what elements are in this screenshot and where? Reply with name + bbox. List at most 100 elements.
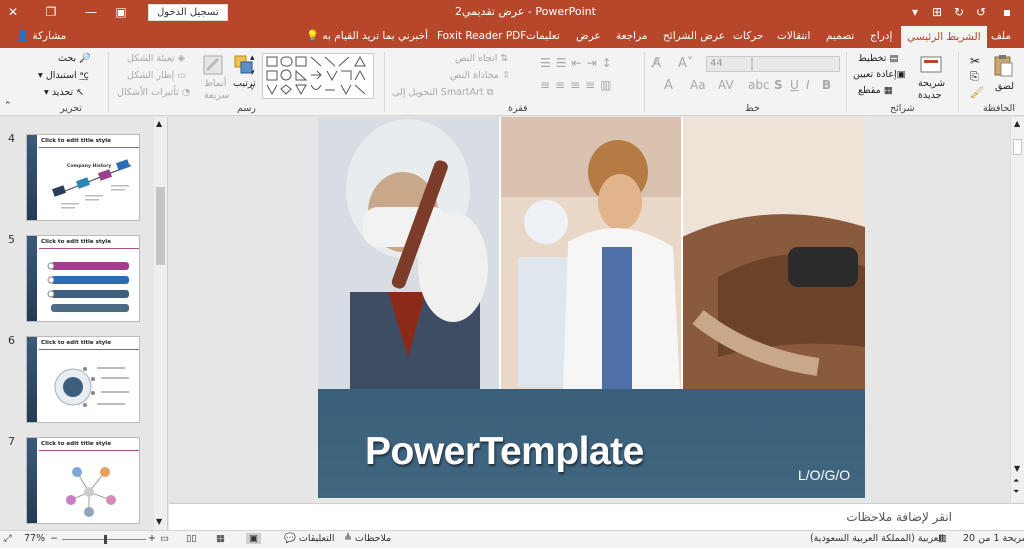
customize-toolbar-icon[interactable]: ▾: [904, 0, 926, 24]
cursor-icon: ↖: [76, 87, 85, 98]
tab-review[interactable]: مراجعة: [616, 24, 648, 48]
italic-icon[interactable]: I: [806, 78, 810, 92]
circle-diagram: [54, 367, 129, 407]
scroll-up-icon[interactable]: ▲: [1014, 119, 1020, 128]
fit-to-window-icon[interactable]: ⤢: [4, 533, 12, 544]
slideshow-view-icon[interactable]: ▭: [160, 533, 169, 544]
underline-icon[interactable]: U: [790, 78, 799, 92]
tab-file[interactable]: ملف: [991, 24, 1011, 48]
section-button[interactable]: مقطع ▦: [858, 85, 893, 96]
scroll-up-icon[interactable]: ▲: [156, 119, 162, 128]
reset-button[interactable]: إعادة تعيين▣: [853, 69, 906, 80]
quick-styles-button[interactable]: أنماط: [204, 78, 226, 89]
select-button[interactable]: ▾ تحديد ↖: [44, 87, 84, 98]
scrollbar-thumb[interactable]: [1013, 139, 1022, 155]
slide-scrollbar[interactable]: ▲ ▼ ⏶ ⏷: [1010, 117, 1024, 502]
scroll-down-icon[interactable]: ▼: [1014, 464, 1020, 473]
scroll-down-icon[interactable]: ▼: [156, 517, 162, 526]
medical-photo-collage: [318, 117, 865, 389]
font-name-box[interactable]: [752, 56, 840, 72]
smartart-button[interactable]: التحويل إلى SmartArt ⧉: [392, 87, 493, 98]
list-icons[interactable]: ☰☰⇤⇥↕: [540, 56, 617, 70]
tab-foxit[interactable]: Foxit Reader PDF: [437, 24, 526, 48]
signin-button[interactable]: تسجيل الدخول: [148, 4, 228, 21]
font-size-box[interactable]: 44: [706, 56, 752, 72]
comments-icon: 💬: [284, 533, 296, 544]
next-slide-icon[interactable]: ⏷: [1013, 487, 1019, 497]
zoom-in-icon[interactable]: +: [148, 533, 156, 544]
arrange-icon: [234, 55, 253, 74]
present-icon[interactable]: ⊞: [926, 0, 948, 24]
shape-effects-button[interactable]: تأثيرات الأشكال ◔: [117, 87, 190, 98]
notes-pane[interactable]: انقر لإضافة ملاحظات: [169, 503, 1024, 530]
ribbon-display-icon[interactable]: ▣: [110, 0, 132, 24]
share-button[interactable]: 👤 مشاركة: [16, 24, 66, 48]
slide-thumbnail[interactable]: Click to edit title style: [26, 336, 140, 423]
slide-thumbnail[interactable]: Click to edit title style: [26, 235, 140, 322]
replace-button[interactable]: ▾ استبدال ᵃ͢c: [38, 70, 89, 81]
outline-icon: ▭: [177, 70, 187, 81]
tab-home[interactable]: الشريط الرئيسي: [901, 26, 987, 48]
tab-animations[interactable]: حركات: [733, 24, 763, 48]
align-text-button[interactable]: محاذاة النص ⇳: [450, 70, 510, 81]
save-icon[interactable]: ▪: [996, 0, 1018, 24]
current-slide[interactable]: PowerTemplate L/O/G/O: [318, 117, 865, 498]
thumbnail-title: Click to edit title style: [41, 138, 112, 144]
tab-slideshow[interactable]: عرض الشرائح: [663, 24, 725, 48]
normal-view-icon[interactable]: ▣: [246, 533, 261, 544]
spelling-icon[interactable]: ▥: [938, 533, 947, 544]
minimize-icon[interactable]: —: [80, 0, 102, 24]
tab-transitions[interactable]: انتقالات: [777, 24, 810, 48]
layout-button[interactable]: تخطيط ▤: [858, 53, 898, 64]
strikethrough-icon[interactable]: abc: [748, 78, 770, 92]
quick-styles-icon: [203, 55, 223, 75]
bold-icon[interactable]: B: [822, 78, 831, 92]
tab-view[interactable]: عرض: [576, 24, 601, 48]
clear-formatting-icon[interactable]: A̸: [652, 56, 661, 71]
find-button[interactable]: بحث 🔎: [58, 53, 91, 64]
language-status[interactable]: العربية (المملكة العربية السعودية): [810, 533, 944, 544]
shadow-icon[interactable]: S: [774, 78, 783, 92]
shape-fill-button[interactable]: تعبئة الشكل ◈: [127, 53, 185, 64]
dropdown-icon: ▾: [44, 87, 49, 98]
shapes-gallery[interactable]: [262, 53, 374, 99]
font-color-icon[interactable]: A: [664, 78, 673, 93]
arrange-button[interactable]: ترتيب: [233, 78, 256, 89]
previous-slide-icon[interactable]: ⏶: [1013, 476, 1019, 486]
shape-outline-button[interactable]: إطار الشكل ▭: [127, 70, 186, 81]
powerpoint-window: ✕ ❐ — ▣ تسجيل الدخول عرض تقديمي2 - Power…: [0, 0, 1024, 548]
collapse-ribbon-icon[interactable]: ⌃: [4, 101, 12, 111]
paste-icon: [994, 55, 1013, 77]
close-icon[interactable]: ✕: [2, 0, 24, 24]
reading-view-icon[interactable]: ▯▯: [186, 533, 196, 544]
format-painter-icon[interactable]: 🖌: [970, 86, 984, 99]
slide-title[interactable]: PowerTemplate: [365, 430, 644, 474]
zoom-slider-handle[interactable]: [104, 535, 107, 544]
paragraph-group-label: فقرة: [508, 103, 528, 114]
tab-insert[interactable]: إدراج: [870, 24, 892, 48]
char-spacing-icon[interactable]: AV: [718, 78, 734, 92]
restore-icon[interactable]: ❐: [40, 0, 62, 24]
align-icons[interactable]: ≡≡≡≡▥: [540, 78, 617, 92]
tab-design[interactable]: تصميم: [826, 24, 854, 48]
redo-icon[interactable]: ↻: [948, 0, 970, 24]
copy-icon[interactable]: ⎘: [970, 70, 979, 84]
decrease-font-icon[interactable]: A˅: [678, 56, 693, 71]
zoom-out-icon[interactable]: −: [50, 533, 58, 544]
notes-button[interactable]: ≜ ملاحظات: [344, 533, 391, 544]
change-case-icon[interactable]: Aa: [690, 78, 706, 92]
paste-button[interactable]: لصق: [995, 81, 1014, 92]
comments-button[interactable]: 💬 التعليقات: [284, 533, 335, 544]
slide-thumbnail[interactable]: Click to edit title style Company Histor…: [26, 134, 140, 221]
new-slide-button[interactable]: شريحة: [918, 78, 945, 89]
tell-me-box[interactable]: 💡 أخبرني بما تريد القيام به: [306, 24, 428, 48]
scrollbar-thumb[interactable]: [156, 187, 165, 265]
text-direction-button[interactable]: اتجاه النص ⇅: [455, 53, 508, 64]
sorter-view-icon[interactable]: ▦: [216, 533, 225, 544]
slide-thumbnail[interactable]: Click to edit title style: [26, 437, 140, 524]
cut-icon[interactable]: ✂: [970, 54, 980, 68]
zoom-level[interactable]: 77%: [24, 533, 45, 544]
undo-icon[interactable]: ↺: [970, 0, 992, 24]
tab-help[interactable]: تعليمات: [526, 24, 560, 48]
thumbnail-scrollbar[interactable]: ▲ ▼: [154, 117, 167, 530]
